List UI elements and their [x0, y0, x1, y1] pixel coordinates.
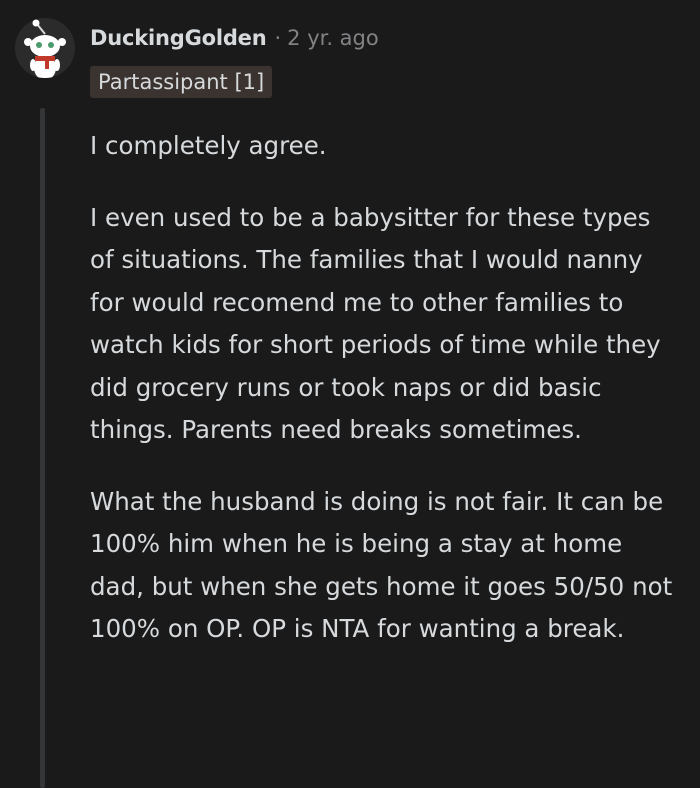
comment-paragraph: What the husband is doing is not fair. I…: [90, 486, 673, 644]
comment-header: DuckingGolden · 2 yr. ago: [90, 26, 379, 50]
user-flair: Partassipant [1]: [90, 66, 273, 98]
comment-body: I completely agree. I even used to be a …: [90, 125, 680, 651]
thread-line[interactable]: [40, 108, 45, 788]
timestamp[interactable]: 2 yr. ago: [287, 26, 379, 50]
comment-paragraph: I completely agree.: [90, 131, 327, 160]
username[interactable]: DuckingGolden: [90, 26, 267, 50]
avatar[interactable]: [15, 18, 75, 78]
comment-paragraph: I even used to be a babysitter for these…: [90, 202, 661, 445]
snoo-avatar-icon: [15, 18, 75, 78]
separator: ·: [274, 26, 282, 50]
